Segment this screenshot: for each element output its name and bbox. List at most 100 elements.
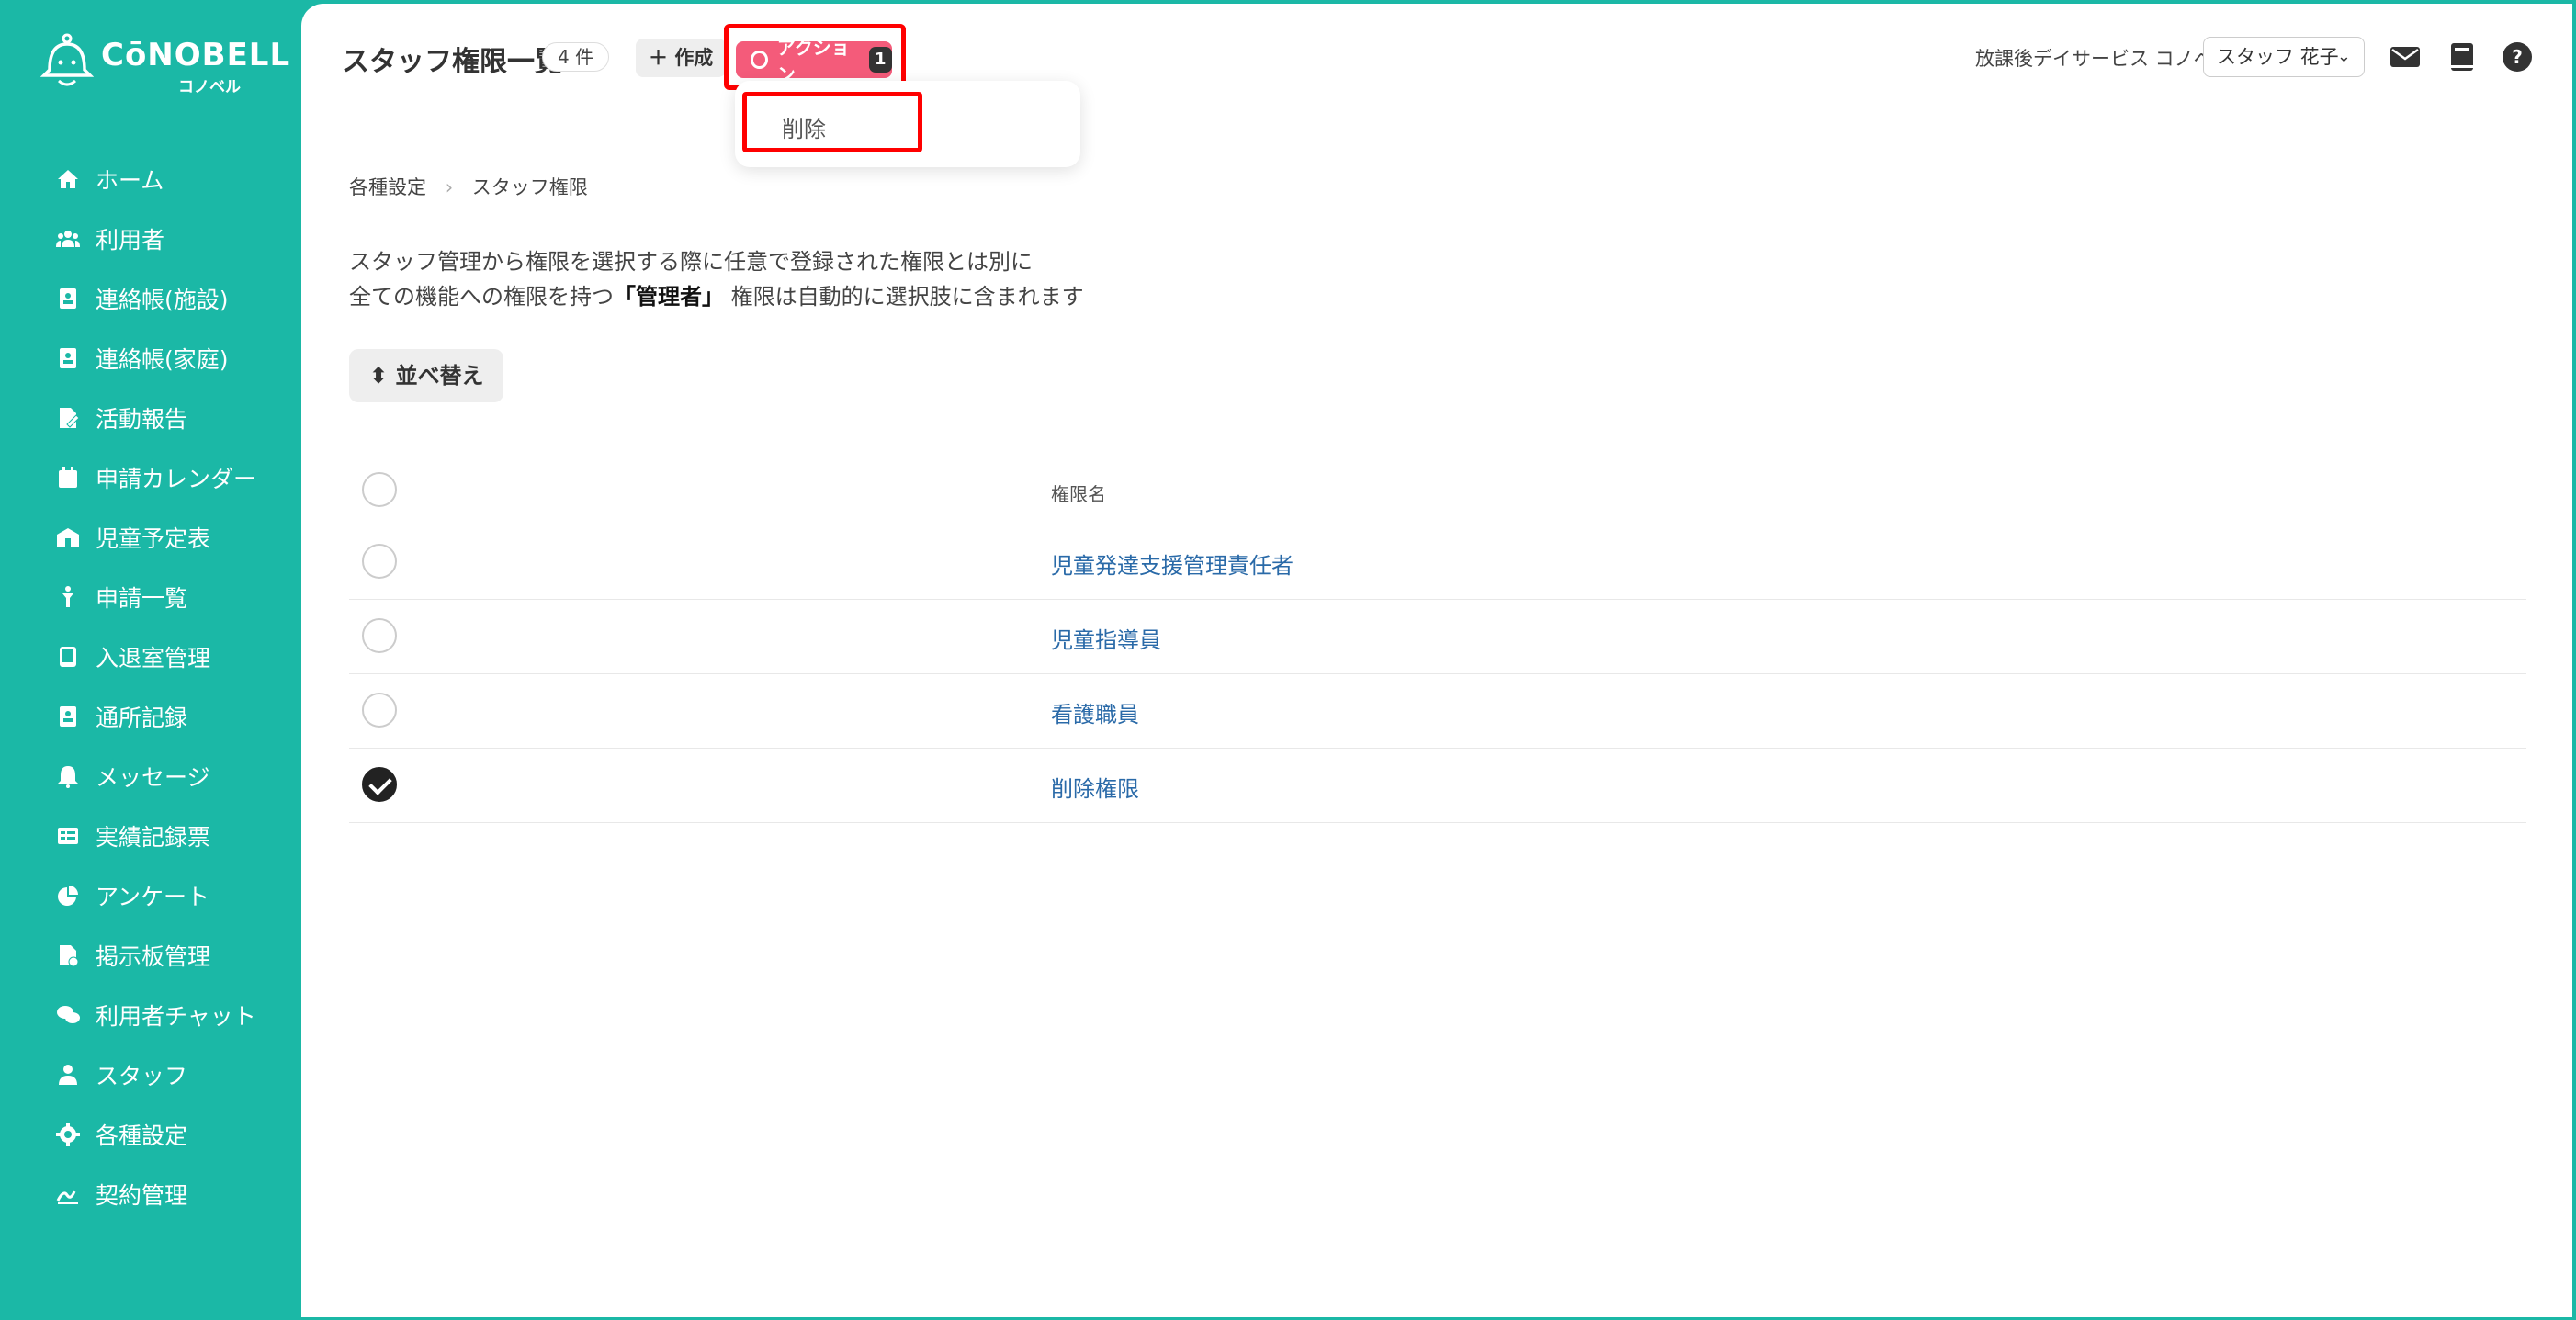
plus-icon: ＋	[649, 47, 668, 69]
breadcrumb-parent[interactable]: 各種設定	[349, 176, 426, 198]
bell-icon	[55, 763, 81, 789]
action-dropdown: 削除	[735, 81, 1080, 167]
row-checkbox[interactable]	[362, 767, 397, 802]
sidebar-item-3[interactable]: 連絡帳(家庭)	[0, 328, 301, 388]
sidebar-item-label: 実績記録票	[96, 823, 211, 851]
chat-icon	[55, 1002, 81, 1028]
record-icon	[55, 704, 81, 729]
description-post: 権限は自動的に選択肢に含まれます	[730, 284, 1084, 310]
svg-text:?: ?	[2512, 46, 2523, 68]
breadcrumb-current: スタッフ権限	[471, 176, 588, 198]
bell-logo-icon	[40, 33, 94, 86]
chevron-down-icon: ⌄	[2336, 47, 2351, 66]
sidebar-item-7[interactable]: 申請一覧	[0, 567, 301, 626]
contact-book-icon	[55, 286, 81, 311]
description-line-1: スタッフ管理から権限を選択する際に任意で登録された権限とは別に	[349, 249, 1033, 275]
description-pre: 全ての機能への権限を持つ	[349, 284, 614, 310]
sidebar-item-8[interactable]: 入退室管理	[0, 626, 301, 686]
description-bold: 「管理者」	[614, 284, 724, 310]
sidebar: CōNOBELL コノベル ホーム利用者連絡帳(施設) 連絡帳(家庭) 活動報告申請…	[0, 0, 301, 1320]
sort-button[interactable]: ⬍ 並べ替え	[349, 349, 504, 402]
sidebar-item-label: メッセージ	[96, 763, 210, 791]
sidebar-item-5[interactable]: 申請カレンダー	[0, 447, 301, 507]
sidebar-item-0[interactable]: ホーム	[0, 149, 301, 209]
sidebar-item-10[interactable]: メッセージ	[0, 746, 301, 806]
sidebar-item-13[interactable]: 掲示板管理	[0, 925, 301, 985]
sidebar-item-1[interactable]: 利用者	[0, 209, 301, 268]
sidebar-item-label: スタッフ	[96, 1062, 188, 1089]
book-icon[interactable]	[2446, 40, 2479, 73]
home-icon	[55, 166, 81, 192]
sidebar-item-label: 利用者チャット	[96, 1002, 256, 1030]
sidebar-item-label: 利用者	[96, 226, 165, 254]
sidebar-item-label: 申請カレンダー	[96, 465, 257, 492]
tablet-icon	[55, 644, 81, 670]
sort-icon: ⬍	[369, 363, 389, 389]
staff-select[interactable]: スタッフ 花子 ⌄	[2203, 37, 2365, 77]
chevron-right-icon: ›	[445, 176, 454, 198]
brand-sub: コノベル	[178, 78, 241, 96]
sidebar-item-9[interactable]: 通所記録	[0, 686, 301, 746]
sidebar-item-12[interactable]: アンケート	[0, 865, 301, 925]
sidebar-item-11[interactable]: 実績記録票	[0, 806, 301, 865]
report-icon	[55, 405, 81, 431]
sidebar-item-label: 契約管理	[96, 1181, 188, 1209]
pie-chart-icon	[55, 883, 81, 908]
sidebar-item-label: 通所記録	[96, 704, 188, 731]
table-row[interactable]: 児童発達支援管理責任者	[349, 525, 2526, 600]
row-checkbox[interactable]	[362, 618, 397, 653]
create-button[interactable]: ＋ 作成	[636, 39, 727, 77]
permission-name-link[interactable]: 看護職員	[1051, 696, 1139, 728]
facility-name: 放課後デイサービス コノベル	[1975, 48, 2232, 70]
permission-name-link[interactable]: 児童発達支援管理責任者	[1051, 547, 1294, 580]
count-badge: 4 件	[542, 42, 610, 72]
permissions-table: 権限名 児童発達支援管理責任者 児童指導員看護職員削除権限	[349, 454, 2526, 823]
sidebar-item-6[interactable]: 児童予定表	[0, 507, 301, 567]
breadcrumb: 各種設定 › スタッフ権限	[349, 173, 588, 200]
child-icon	[55, 584, 81, 610]
delete-highlight: 削除	[742, 92, 922, 152]
table-row[interactable]: 削除権限	[349, 749, 2526, 823]
brand-name: CōNOBELL	[101, 37, 291, 73]
table-row[interactable]: 児童指導員	[349, 600, 2526, 674]
help-icon[interactable]: ?	[2501, 40, 2534, 73]
gear-icon	[55, 1122, 81, 1147]
fire-icon	[751, 51, 768, 69]
contact-book-icon	[55, 345, 81, 371]
sidebar-item-14[interactable]: 利用者チャット	[0, 985, 301, 1044]
column-header-name: 権限名	[1051, 483, 1106, 505]
table-icon	[55, 823, 81, 849]
sidebar-item-17[interactable]: 契約管理	[0, 1164, 301, 1224]
sidebar-item-2[interactable]: 連絡帳(施設)	[0, 268, 301, 328]
sidebar-item-label: 申請一覧	[96, 584, 188, 612]
permission-name-link[interactable]: 削除権限	[1051, 771, 1139, 803]
sidebar-item-15[interactable]: スタッフ	[0, 1044, 301, 1104]
action-button[interactable]: アクション 1	[736, 37, 892, 85]
row-checkbox[interactable]	[362, 693, 397, 728]
page-title: スタッフ権限一覧	[342, 46, 562, 78]
main-content: スタッフ権限一覧 4 件 ＋ 作成 アクション 1 削除 放課後デイサービス コ…	[301, 4, 2572, 1317]
sidebar-item-label: 掲示板管理	[96, 942, 211, 970]
action-button-label: アクション	[776, 37, 850, 85]
calendar-icon	[55, 465, 81, 491]
staff-select-value: スタッフ 花子	[2217, 46, 2339, 68]
school-icon	[55, 525, 81, 550]
sidebar-item-label: 活動報告	[96, 405, 188, 433]
table-header: 権限名	[349, 454, 2526, 525]
sidebar-item-label: ホーム	[96, 166, 164, 194]
table-row[interactable]: 看護職員	[349, 674, 2526, 749]
sidebar-item-label: 各種設定	[96, 1122, 188, 1149]
select-all-checkbox[interactable]	[362, 472, 397, 507]
contract-icon	[55, 1181, 81, 1207]
sidebar-item-label: 入退室管理	[96, 644, 211, 671]
sidebar-item-label: 児童予定表	[96, 525, 211, 552]
mail-icon[interactable]	[2389, 40, 2422, 73]
permission-name-link[interactable]: 児童指導員	[1051, 622, 1161, 654]
sidebar-item-16[interactable]: 各種設定	[0, 1104, 301, 1164]
logo[interactable]: CōNOBELL コノベル	[40, 33, 289, 97]
description-line-2: 全ての機能への権限を持つ「管理者」 権限は自動的に選択肢に含まれます	[349, 279, 1084, 314]
sidebar-item-4[interactable]: 活動報告	[0, 388, 301, 447]
action-count-badge: 1	[868, 47, 892, 73]
dropdown-delete-item[interactable]: 削除	[782, 111, 826, 143]
row-checkbox[interactable]	[362, 544, 397, 579]
